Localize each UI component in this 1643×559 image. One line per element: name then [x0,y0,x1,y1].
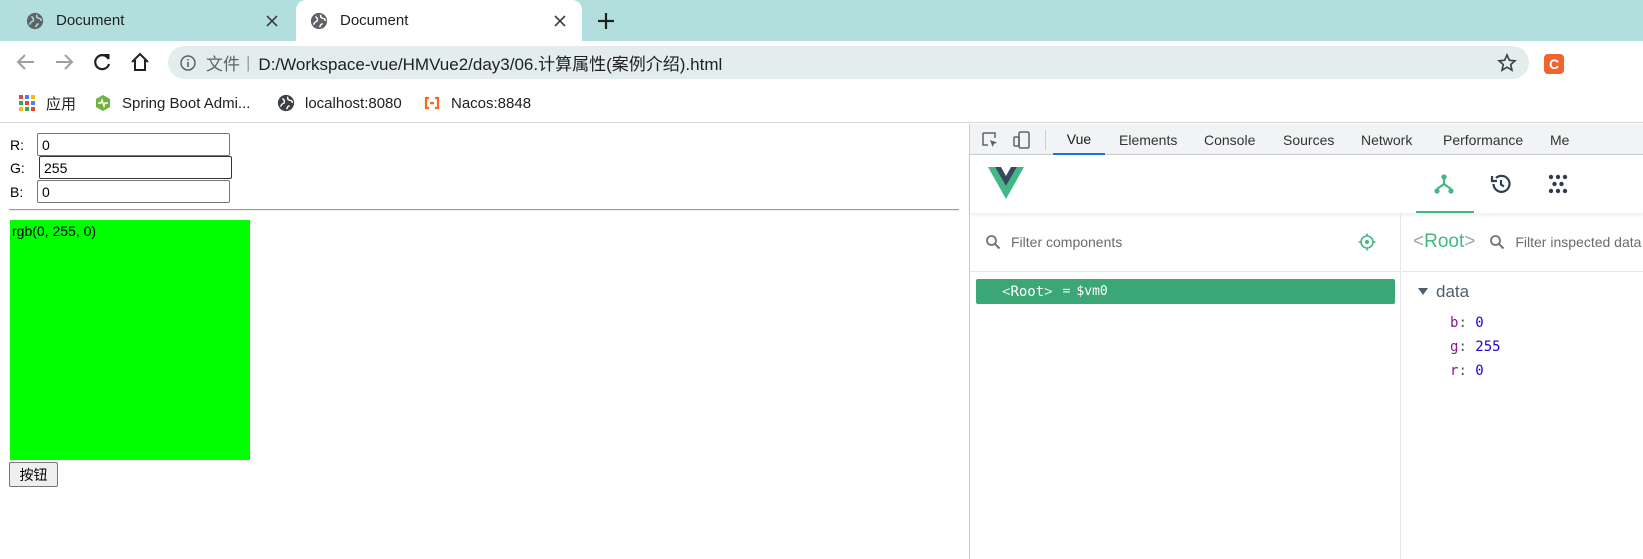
horizontal-rule [9,209,959,211]
section-label: data [1436,282,1470,301]
color-preview-box: rgb(0, 255, 0) [10,220,250,460]
component-name: Root [1010,283,1045,300]
info-icon[interactable] [180,54,196,71]
tab-document-1[interactable]: Document [12,0,294,41]
apps-grid-icon [19,95,35,111]
devtools-tab-bar: Vue Elements Console Sources Network Per… [970,124,1643,155]
close-icon[interactable] [552,13,568,29]
tab-strip: Document Document [0,0,1643,41]
devtools-tab-network[interactable]: Network [1361,124,1412,155]
globe-icon [277,94,295,112]
vm-equals: = [1062,284,1071,299]
caret-down-icon [1418,288,1428,295]
bookmark-apps[interactable]: 应用 [18,92,76,114]
b-label: B: [10,184,24,200]
data-section-toggle[interactable]: data [1418,282,1469,302]
device-toolbar-icon[interactable] [1012,130,1032,150]
g-input[interactable]: 255 [39,156,232,179]
devtools-tab-vue[interactable]: Vue [1053,124,1105,155]
vue-logo-icon [988,167,1024,199]
bookmark-nacos[interactable]: Nacos:8848 [423,92,531,114]
inspected-component-title: <Root> [1413,231,1475,253]
title-bracket-open: < [1413,231,1425,252]
tag-bracket-open: < [1002,283,1011,300]
r-input[interactable]: 0 [37,133,230,156]
globe-icon [310,12,328,29]
address-bar[interactable]: 文件 | D:/Workspace-vue/HMVue2/day3/06.计算属… [168,46,1529,79]
page-button[interactable]: 按钮 [9,462,58,487]
prop-value: 0 [1475,315,1484,331]
data-prop-r[interactable]: r: 0 [1450,363,1484,379]
reload-icon[interactable] [91,51,113,73]
bookmark-label: Nacos:8848 [451,94,532,112]
bookmark-label: 应用 [46,95,77,113]
b-input[interactable]: 0 [37,180,230,203]
spring-boot-admin-icon [96,95,110,111]
bookmark-spring-boot-admin[interactable]: Spring Boot Admi... [94,92,250,114]
bookmark-label: localhost:8080 [305,94,402,112]
bookmark-label: Spring Boot Admi... [122,94,251,112]
extension-c-icon[interactable]: C [1544,54,1564,74]
prop-value: 255 [1475,339,1501,355]
devtools-panel: Vue Elements Console Sources Network Per… [969,124,1643,559]
back-arrow-icon[interactable] [15,51,37,73]
history-timeline-icon[interactable] [1489,172,1513,196]
filter-components-bar[interactable]: Filter components [970,213,1401,272]
url-text[interactable]: D:/Workspace-vue/HMVue2/day3/06.计算属性(案例介… [258,50,722,75]
scheme-label: 文件 [206,55,240,74]
devtools-tab-performance[interactable]: Performance [1443,124,1523,155]
devtools-divider [1045,130,1046,150]
scheme-separator: | [246,52,251,72]
rgb-text: rgb(0, 255, 0) [12,223,97,239]
vuex-store-icon[interactable] [1546,172,1570,196]
forward-arrow-icon[interactable] [53,51,75,73]
search-icon [1490,235,1505,250]
nacos-icon [424,96,440,110]
components-tree-icon[interactable] [1432,172,1456,196]
tab-title: Document [340,12,409,29]
filter-components-input[interactable]: Filter components [1011,234,1122,250]
globe-icon [26,12,44,29]
data-prop-b[interactable]: b: 0 [1450,315,1484,331]
tag-bracket-close: > [1044,283,1053,300]
tab-document-2[interactable]: Document [296,0,582,41]
close-icon[interactable] [264,13,280,29]
title-text: Root [1424,231,1465,252]
search-icon [986,235,1001,250]
title-bracket-close: > [1464,231,1476,252]
devtools-tab-console[interactable]: Console [1204,124,1255,155]
r-label: R: [10,137,24,153]
prop-value: 0 [1475,363,1484,379]
new-tab-plus-icon[interactable] [596,11,616,31]
devtools-tab-elements[interactable]: Elements [1119,124,1177,155]
inspect-element-icon[interactable] [980,130,1000,150]
components-pane: Filter components < Root > = $vm0 [970,213,1401,559]
page-viewport: R: 0 G: 255 B: 0 rgb(0, 255, 0) 按钮 [0,124,969,559]
inspector-header: <Root> Filter inspected data [1402,213,1643,272]
select-component-target-icon[interactable] [1358,233,1376,251]
bookmarks-bar: 应用 Spring Boot Admi... localhost:8080 Na… [0,83,1643,123]
bookmark-localhost[interactable]: localhost:8080 [277,92,402,114]
vm-reference: $vm0 [1076,284,1108,299]
inspector-pane: <Root> Filter inspected data data b: 0 g… [1402,213,1643,559]
browser-toolbar: 文件 | D:/Workspace-vue/HMVue2/day3/06.计算属… [0,41,1643,83]
devtools-tab-more[interactable]: Me [1550,124,1569,155]
tab-title: Document [56,12,125,29]
devtools-tab-sources[interactable]: Sources [1283,124,1334,155]
filter-inspected-input[interactable]: Filter inspected data [1515,234,1641,250]
component-tree-row-root[interactable]: < Root > = $vm0 [976,279,1395,304]
vue-devtools-header [970,155,1643,213]
bookmark-star-icon[interactable] [1497,53,1517,73]
data-prop-g[interactable]: g: 255 [1450,339,1501,355]
home-icon[interactable] [129,51,151,73]
g-label: G: [10,160,25,176]
